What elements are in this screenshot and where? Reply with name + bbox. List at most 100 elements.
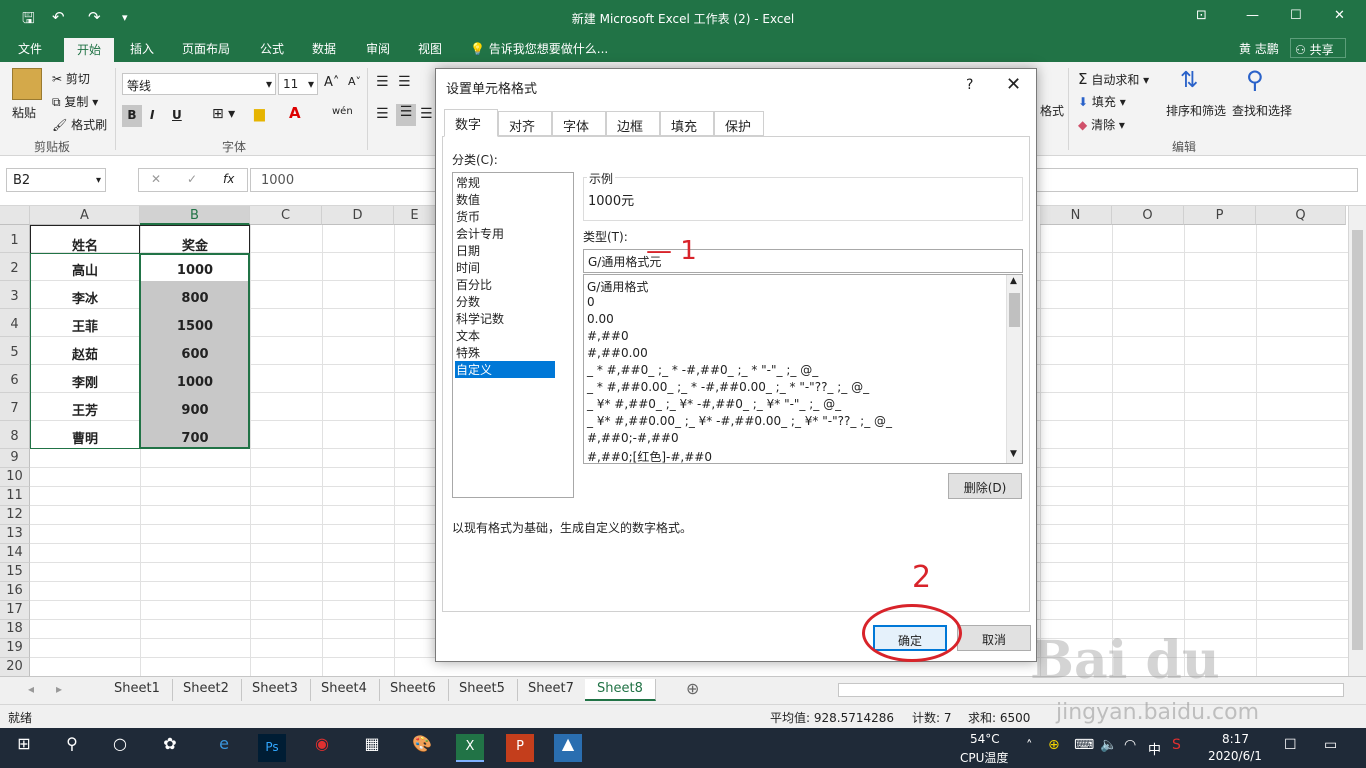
- category-item[interactable]: 百分比: [455, 276, 555, 293]
- font-size-select[interactable]: 11 ▾: [278, 73, 318, 95]
- sogou-icon[interactable]: S: [1172, 737, 1181, 753]
- column-header[interactable]: Q: [1256, 206, 1346, 225]
- maximize-button[interactable]: ☐: [1290, 8, 1302, 23]
- format-code-item[interactable]: 0.00: [587, 312, 614, 326]
- next-sheet-icon[interactable]: ▸: [56, 682, 62, 696]
- find-select-button[interactable]: 查找和选择: [1232, 102, 1292, 119]
- bold-button[interactable]: B: [122, 105, 142, 127]
- chevron-up-icon[interactable]: ▲: [1010, 276, 1017, 286]
- column-header[interactable]: E: [394, 206, 436, 225]
- paste-icon[interactable]: [12, 68, 42, 100]
- cancel-button[interactable]: 取消: [957, 625, 1031, 651]
- tab-font[interactable]: 字体: [552, 111, 606, 136]
- sheet-tab-sheet5[interactable]: Sheet5: [447, 679, 518, 701]
- category-item[interactable]: 时间: [455, 259, 555, 276]
- sheet-tab-sheet1[interactable]: Sheet1: [102, 679, 173, 701]
- category-item[interactable]: 自定义: [455, 361, 555, 378]
- paint-icon[interactable]: 🎨: [408, 734, 436, 762]
- ime-indicator[interactable]: 中: [1148, 739, 1161, 758]
- row-header[interactable]: 5: [0, 337, 30, 365]
- new-sheet-icon[interactable]: ⊕: [686, 679, 699, 698]
- italic-button[interactable]: I: [150, 108, 154, 122]
- photos-icon[interactable]: ▲: [554, 734, 582, 762]
- row-header[interactable]: 16: [0, 582, 30, 601]
- cell-styles-fragment[interactable]: 格式: [1040, 102, 1064, 119]
- help-button[interactable]: ?: [966, 77, 973, 93]
- format-code-item[interactable]: #,##0;[红色]-#,##0: [587, 448, 712, 463]
- tell-me-search[interactable]: 💡 告诉我您想要做什么...: [470, 40, 608, 57]
- notification-icon[interactable]: ☐: [1284, 737, 1297, 753]
- align-middle-icon[interactable]: ☰: [398, 74, 411, 90]
- borders-icon[interactable]: ⊞ ▾: [212, 106, 235, 122]
- category-item[interactable]: 分数: [455, 293, 555, 310]
- chevron-up-icon[interactable]: ˄: [1026, 739, 1033, 754]
- phonetic-icon[interactable]: wén: [332, 106, 353, 117]
- grow-font-icon[interactable]: A˄: [324, 75, 339, 90]
- align-right-icon[interactable]: ☰: [420, 106, 433, 122]
- column-header[interactable]: B: [140, 206, 250, 225]
- speaker-icon[interactable]: 🔈: [1100, 737, 1117, 753]
- shrink-font-icon[interactable]: A˅: [348, 75, 361, 88]
- category-item[interactable]: 文本: [455, 327, 555, 344]
- prev-sheet-icon[interactable]: ◂: [28, 682, 34, 696]
- clock-time[interactable]: 8:17: [1222, 732, 1249, 746]
- format-code-item[interactable]: 0: [587, 295, 595, 309]
- scroll-thumb[interactable]: [1009, 293, 1020, 327]
- column-header[interactable]: C: [250, 206, 322, 225]
- cancel-icon[interactable]: ✕: [151, 172, 161, 186]
- format-code-item[interactable]: #,##0;-#,##0: [587, 431, 679, 445]
- format-list-scrollbar[interactable]: ▲ ▼: [1006, 275, 1022, 463]
- select-all-corner[interactable]: [0, 206, 30, 225]
- insert-function-icon[interactable]: fx: [223, 172, 234, 186]
- close-button[interactable]: ✕: [1334, 8, 1345, 23]
- sheet-tab-sheet4[interactable]: Sheet4: [309, 679, 380, 701]
- tab-formulas[interactable]: 公式: [260, 40, 284, 57]
- excel-icon[interactable]: X: [456, 734, 484, 762]
- category-item[interactable]: 会计专用: [455, 225, 555, 242]
- row-header[interactable]: 7: [0, 393, 30, 421]
- format-code-item[interactable]: #,##0: [587, 329, 629, 343]
- column-header[interactable]: A: [30, 206, 140, 225]
- row-header[interactable]: 8: [0, 421, 30, 449]
- category-item[interactable]: 数值: [455, 191, 555, 208]
- paste-button[interactable]: 粘贴: [12, 104, 36, 121]
- name-box[interactable]: B2 ▾: [6, 168, 106, 192]
- powerpoint-icon[interactable]: P: [506, 734, 534, 762]
- tab-page-layout[interactable]: 页面布局: [182, 40, 230, 57]
- format-code-item[interactable]: _ * #,##0_ ;_ * -#,##0_ ;_ * "-"_ ;_ @_: [587, 363, 818, 377]
- column-header[interactable]: D: [322, 206, 394, 225]
- format-code-item[interactable]: _ ¥* #,##0.00_ ;_ ¥* -#,##0.00_ ;_ ¥* "-…: [587, 414, 892, 428]
- row-header[interactable]: 14: [0, 544, 30, 563]
- enter-icon[interactable]: ✓: [187, 172, 197, 186]
- netease-music-icon[interactable]: ◉: [308, 734, 336, 762]
- calculator-icon[interactable]: ▦: [358, 734, 386, 762]
- sheet-tab-sheet3[interactable]: Sheet3: [240, 679, 311, 701]
- category-list[interactable]: 常规 数值 货币 会计专用 日期 时间 百分比 分数 科学记数 文本 特殊 自定义: [452, 172, 574, 498]
- sort-filter-icon[interactable]: ⇅: [1180, 68, 1198, 93]
- tab-review[interactable]: 审阅: [366, 40, 390, 57]
- format-code-list[interactable]: G/通用格式 0 0.00 #,##0 #,##0.00 _ * #,##0_ ;_ * …: [583, 274, 1023, 464]
- sheet-tab-sheet7[interactable]: Sheet7: [516, 679, 587, 701]
- fill-color-icon[interactable]: ▆: [254, 106, 265, 122]
- tab-insert[interactable]: 插入: [130, 40, 154, 57]
- sheet-tab-sheet8[interactable]: Sheet8: [585, 679, 656, 701]
- row-header[interactable]: 15: [0, 563, 30, 582]
- font-color-icon[interactable]: A: [289, 104, 301, 122]
- copy-button[interactable]: ⧉ 复制 ▾: [52, 93, 98, 110]
- align-left-icon[interactable]: ☰: [376, 106, 389, 122]
- column-header[interactable]: N: [1040, 206, 1112, 225]
- tab-view[interactable]: 视图: [418, 40, 442, 57]
- row-header[interactable]: 2: [0, 253, 30, 281]
- category-item[interactable]: 科学记数: [455, 310, 555, 327]
- align-center-icon[interactable]: ☰: [396, 104, 416, 126]
- row-header[interactable]: 20: [0, 658, 30, 677]
- row-header[interactable]: 4: [0, 309, 30, 337]
- row-header[interactable]: 1: [0, 225, 30, 253]
- wifi-icon[interactable]: ◠: [1124, 737, 1136, 753]
- clock-date[interactable]: 2020/6/1: [1208, 749, 1262, 763]
- plus-badge-icon[interactable]: ⊕: [1048, 737, 1060, 753]
- category-item[interactable]: 货币: [455, 208, 555, 225]
- cortana-icon[interactable]: ○: [106, 734, 134, 762]
- align-top-icon[interactable]: ☰: [376, 74, 389, 90]
- windows-start-icon[interactable]: ⊞: [10, 734, 38, 762]
